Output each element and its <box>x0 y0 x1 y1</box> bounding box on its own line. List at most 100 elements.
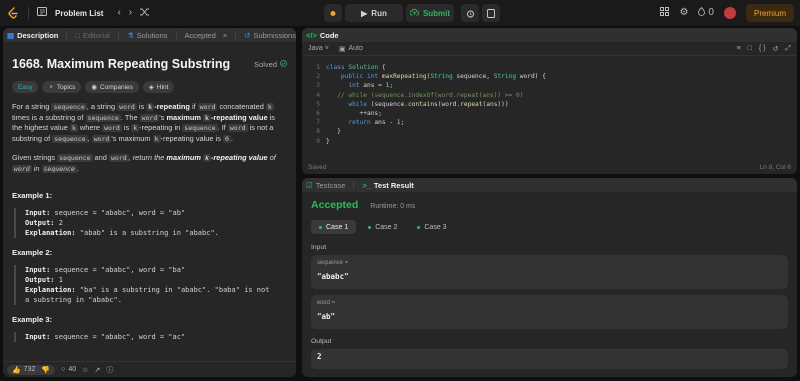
format-icon[interactable]: ≡ <box>737 45 741 52</box>
result-header: Accepted Runtime: 0 ms <box>302 192 797 211</box>
test-tabs: ☑ Testcase >_ Test Result <box>302 178 797 192</box>
tab-test-result[interactable]: >_ Test Result <box>362 181 413 190</box>
chevron-left-icon[interactable]: ‹ <box>117 8 120 18</box>
close-icon[interactable]: × <box>223 31 227 40</box>
tag-pills: Easy ⚬ Topics ◉ Companies ◈ Hint <box>12 81 287 93</box>
run-label: Run <box>371 8 387 18</box>
notes-button[interactable] <box>482 4 500 22</box>
example-3-title: Example 3: <box>12 314 53 324</box>
shuffle-icon[interactable] <box>140 8 150 19</box>
tab-editorial[interactable]: □ Editorial <box>75 31 110 40</box>
tab-testcase[interactable]: ☑ Testcase <box>306 181 345 190</box>
difficulty-badge: Easy <box>12 81 39 93</box>
input-word-box: word = "ab" <box>311 295 788 329</box>
history-icon: ↺ <box>244 30 251 40</box>
reset-icon[interactable]: ↺ <box>773 45 779 53</box>
comments-button[interactable]: ○ 40 <box>61 366 76 373</box>
avatar[interactable] <box>723 7 736 19</box>
tab-description[interactable]: ▤ Description <box>7 31 58 40</box>
lock-icon: ▣ <box>338 45 346 53</box>
code-tabs: </> Code <box>302 28 797 42</box>
terminal-icon: >_ <box>362 180 371 190</box>
star-icon[interactable]: ☆ <box>82 366 88 374</box>
lock-icon: ◉ <box>91 84 98 91</box>
streak[interactable]: 0 <box>698 6 714 19</box>
problem-description: 1668. Maximum Repeating Substring Solved… <box>3 42 296 362</box>
document-icon: ▤ <box>7 30 15 40</box>
top-bar: Problem List ‹ › ▶ Run Submit ⚙ 0 Premiu… <box>0 0 800 26</box>
premium-button[interactable]: Premium <box>745 4 794 22</box>
submit-button[interactable]: Submit <box>406 4 454 22</box>
divider <box>353 181 355 189</box>
code-icon: </> <box>306 30 317 40</box>
tag-icon: ⚬ <box>48 84 54 91</box>
bookmark-icon[interactable]: □ <box>748 45 752 52</box>
alarm-icon <box>466 10 474 17</box>
run-button[interactable]: ▶ Run <box>345 4 403 22</box>
case-tab-2[interactable]: Case 2 <box>360 220 405 234</box>
example-1: Input: sequence = "ababc", word = "ab" O… <box>14 207 287 238</box>
tab-submissions[interactable]: ↺ Submissions <box>244 31 296 40</box>
test-panel: ☑ Testcase >_ Test Result Accepted Runti… <box>302 178 797 377</box>
case-tab-1[interactable]: Case 1 <box>311 220 357 234</box>
input-sequence-box: sequence = "ababc" <box>311 255 788 289</box>
tab-accepted[interactable]: Accepted × <box>185 31 228 40</box>
problem-list-link[interactable]: Problem List <box>55 9 103 18</box>
divider <box>28 7 29 19</box>
topics-pill[interactable]: ⚬ Topics <box>42 81 82 93</box>
description-footer: 👍 732 👎 ○ 40 ☆ ↗ ⓘ <box>3 361 296 377</box>
share-icon[interactable]: ↗ <box>94 366 100 374</box>
example-2-title: Example 2: <box>12 247 53 257</box>
problem-title: 1668. Maximum Repeating Substring <box>12 57 231 71</box>
case-tab-3[interactable]: Case 3 <box>409 220 454 234</box>
editor-status-bar: Saved Ln 8, Col 6 <box>302 161 797 174</box>
runtime: Runtime: 0 ms <box>370 203 416 210</box>
pass-dot-icon <box>417 225 421 229</box>
book-icon: □ <box>75 30 80 40</box>
code-text: class Solution { public int maxRepeating… <box>326 64 546 145</box>
leetcode-logo-icon[interactable] <box>6 6 20 20</box>
code-panel: </> Code Java ˅ ▣ Auto ≡ □ { } ↺ ⤢ 123456… <box>302 28 797 174</box>
checkbox-icon: ☑ <box>306 180 313 190</box>
submit-label: Submit <box>422 8 451 18</box>
example-1-title: Example 1: <box>12 190 53 200</box>
like-button[interactable]: 👍 732 👎 <box>7 364 56 375</box>
timer-button[interactable] <box>461 4 479 22</box>
divider <box>66 31 68 39</box>
play-icon: ▶ <box>361 8 368 18</box>
problem-statement: For a string sequence, a string word is … <box>12 102 276 143</box>
debug-button[interactable] <box>324 4 342 22</box>
braces-icon[interactable]: { } <box>759 45 766 52</box>
hint-pill[interactable]: ◈ Hint <box>142 81 175 93</box>
settings-gear-icon[interactable]: ⚙ <box>679 8 688 18</box>
flask-icon: ⚗ <box>126 30 134 40</box>
description-tabs: ▤ Description □ Editorial ⚗ Solutions Ac… <box>3 28 296 42</box>
problem-task: Given strings sequence and word, return … <box>12 153 276 173</box>
note-icon <box>487 8 495 18</box>
language-select[interactable]: Java ˅ <box>308 45 329 52</box>
saved-status: Saved <box>308 164 327 171</box>
help-icon[interactable]: ⓘ <box>106 365 113 375</box>
fire-icon <box>698 6 706 19</box>
tab-solutions[interactable]: ⚗ Solutions <box>127 31 168 40</box>
chevron-right-icon[interactable]: › <box>129 8 132 18</box>
companies-pill[interactable]: ◉ Companies <box>85 81 139 93</box>
tab-code[interactable]: </> Code <box>306 31 339 40</box>
thumbs-down-icon[interactable]: 👎 <box>41 366 50 374</box>
cursor-position: Ln 8, Col 6 <box>759 164 791 171</box>
auto-mode[interactable]: ▣ Auto <box>339 45 363 53</box>
divider <box>175 31 177 39</box>
thumbs-up-icon: 👍 <box>12 366 21 374</box>
fullscreen-icon[interactable]: ⤢ <box>785 45 791 53</box>
divider <box>235 31 237 39</box>
list-icon[interactable] <box>37 7 47 19</box>
verdict: Accepted <box>311 199 359 211</box>
comment-icon: ○ <box>61 366 66 373</box>
case-tabs: Case 1 Case 2 Case 3 <box>311 220 788 234</box>
example-3: Input: sequence = "ababc", word = "ac" <box>14 331 287 342</box>
layout-grid-icon[interactable] <box>660 7 670 19</box>
code-editor[interactable]: 123456789 class Solution { public int ma… <box>302 56 797 161</box>
code-toolbar: Java ˅ ▣ Auto ≡ □ { } ↺ ⤢ <box>302 42 797 56</box>
check-circle-icon <box>280 59 287 69</box>
divider <box>117 31 119 39</box>
